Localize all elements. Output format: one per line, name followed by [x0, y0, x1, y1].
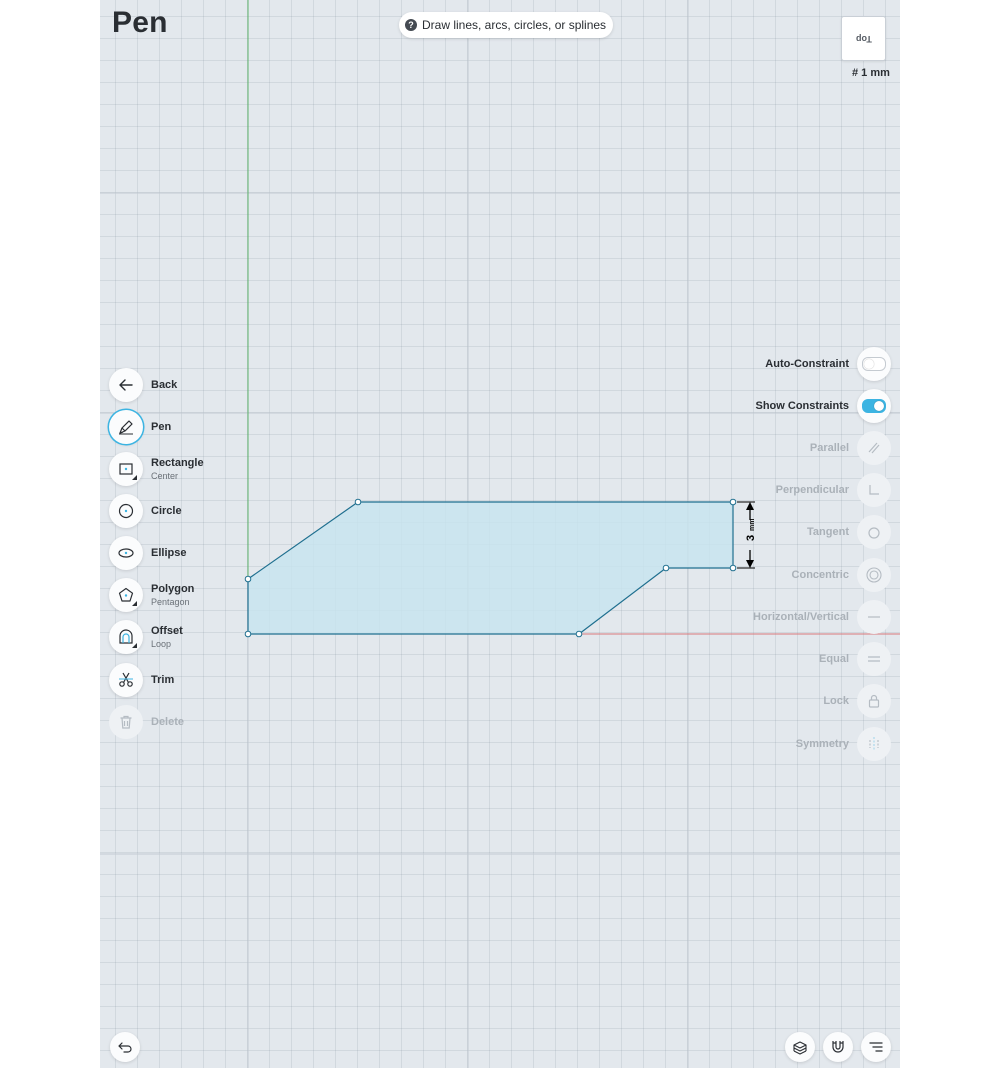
constraint-label: Tangent — [807, 526, 849, 538]
constraint-perpendicular[interactable]: Perpendicular — [776, 473, 891, 507]
sketch-canvas[interactable]: 3 mm — [100, 0, 900, 1068]
sketch-workspace[interactable]: 3 mm Pen ? Draw lines, arcs, circles, or… — [100, 0, 900, 1068]
hint-text: Draw lines, arcs, circles, or splines — [422, 18, 607, 32]
constraint-label: Equal — [819, 653, 849, 665]
layers-button[interactable] — [785, 1032, 815, 1062]
tool-label: Ellipse — [151, 547, 187, 559]
pen-icon — [119, 420, 133, 435]
menu-icon — [869, 1042, 883, 1052]
tool-sublabel: Pentagon — [151, 596, 190, 607]
sketch-profile[interactable] — [247, 501, 734, 635]
tool-offset[interactable]: Offset Loop — [109, 620, 183, 654]
constraint-label: Symmetry — [795, 738, 849, 750]
tool-label: Offset — [151, 624, 183, 637]
circle-icon — [118, 503, 134, 519]
tool-trim[interactable]: Trim — [109, 663, 174, 697]
hint-pill: ? Draw lines, arcs, circles, or splines — [399, 12, 614, 38]
dimension-unit: mm — [749, 519, 756, 531]
undo-button[interactable] — [110, 1032, 140, 1062]
tool-polygon[interactable]: Polygon Pentagon — [109, 578, 194, 612]
magnet-icon — [832, 1041, 844, 1053]
constraint-label: Perpendicular — [775, 484, 849, 496]
tool-ellipse[interactable]: Ellipse — [109, 536, 186, 570]
view-cube[interactable]: Top — [841, 16, 886, 61]
constraint-horizontal-vertical[interactable]: Horizontal/Vertical — [753, 600, 891, 634]
tool-back[interactable]: Back — [109, 368, 177, 402]
tool-label: Trim — [151, 674, 175, 686]
show-constraints-toggle[interactable] — [862, 399, 886, 413]
perpendicular-icon — [869, 485, 879, 495]
tool-pen[interactable]: Pen — [109, 410, 171, 444]
concentric-icon — [866, 567, 882, 583]
equal-icon — [868, 656, 880, 662]
undo-icon — [118, 1042, 132, 1053]
tangent-icon — [868, 527, 880, 539]
parallel-icon — [868, 442, 880, 454]
show-constraints-row[interactable]: Show Constraints — [755, 389, 891, 423]
constraint-label: Show Constraints — [755, 400, 849, 412]
tool-rectangle[interactable]: Rectangle Center — [109, 452, 204, 486]
auto-constraint-toggle[interactable] — [862, 357, 886, 371]
tool-sublabel: Loop — [151, 638, 172, 649]
constraint-concentric[interactable]: Concentric — [792, 558, 891, 592]
constraint-symmetry[interactable]: Symmetry — [796, 727, 891, 761]
ellipse-icon — [118, 548, 134, 558]
layers-icon — [793, 1041, 807, 1055]
menu-button[interactable] — [861, 1032, 891, 1062]
constraint-label: Lock — [823, 695, 849, 707]
arrow-left-icon — [119, 379, 133, 391]
constraint-tangent[interactable]: Tangent — [807, 515, 891, 549]
tool-label: Back — [151, 379, 178, 391]
constraint-label: Parallel — [809, 442, 849, 454]
page-title: Pen — [112, 6, 168, 39]
constraint-parallel[interactable]: Parallel — [810, 431, 891, 465]
question-icon: ? — [405, 19, 417, 31]
view-cube-label: Top — [855, 33, 872, 44]
scissors-icon — [119, 672, 133, 687]
auto-constraint-row[interactable]: Auto-Constraint — [765, 347, 891, 381]
constraint-label: Concentric — [791, 569, 849, 581]
tool-delete[interactable]: Delete — [109, 705, 184, 739]
grid-scale: # 1 mm — [852, 67, 890, 79]
constraint-lock[interactable]: Lock — [823, 684, 891, 718]
tool-label: Pen — [151, 421, 172, 433]
lock-icon — [868, 694, 880, 708]
tool-label: Polygon — [151, 582, 195, 595]
symmetry-icon — [869, 737, 879, 751]
tool-label: Circle — [151, 505, 182, 517]
tool-sublabel: Center — [151, 470, 179, 481]
constraint-label: Auto-Constraint — [765, 358, 849, 370]
horizontal-vertical-icon — [868, 616, 880, 618]
tool-label: Rectangle — [151, 456, 204, 469]
tool-label: Delete — [151, 716, 185, 728]
trash-icon — [120, 715, 132, 729]
dimension-3mm[interactable]: 3 mm — [737, 501, 757, 569]
tool-circle[interactable]: Circle — [109, 494, 182, 528]
snap-button[interactable] — [823, 1032, 853, 1062]
constraint-label: Horizontal/Vertical — [753, 611, 849, 623]
dimension-value: 3 — [745, 535, 757, 541]
constraint-equal[interactable]: Equal — [819, 642, 891, 676]
